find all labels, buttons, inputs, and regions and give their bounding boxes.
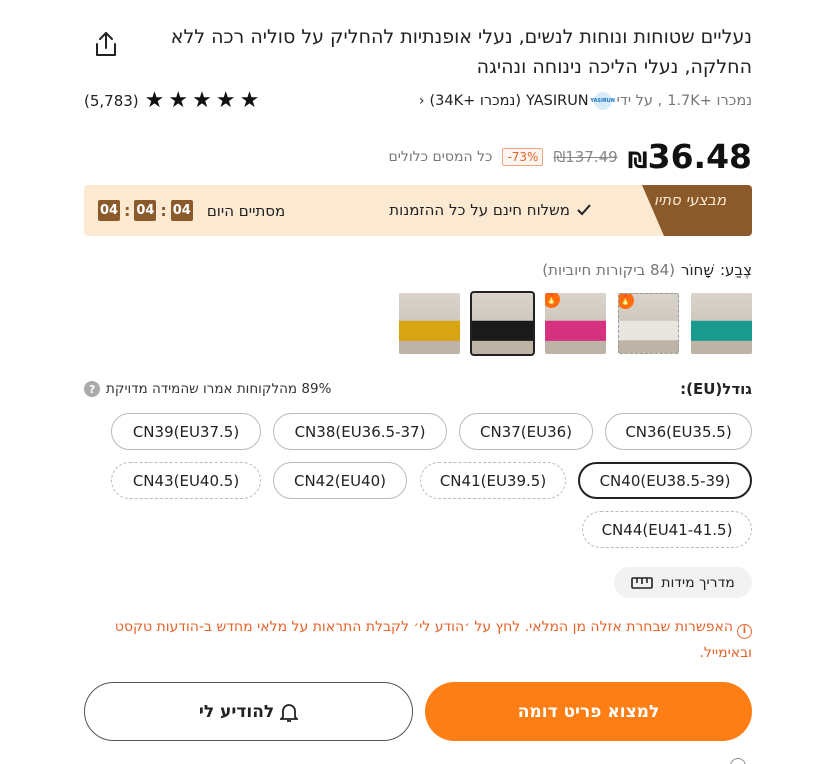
color-thumb-yellow[interactable] [399, 293, 460, 354]
size-guide-label: מדריך מידות [661, 574, 735, 591]
fire-icon: 🔥 [545, 293, 560, 308]
store-name[interactable]: YASIRUN [526, 93, 589, 109]
color-thumb-pink[interactable]: 🔥 [545, 293, 606, 354]
star-icon: ★ [239, 88, 260, 113]
free-shipping: משלוח חינם על כל ההזמנות [389, 201, 592, 219]
timer-seconds: 04 [98, 200, 120, 221]
shipping-text: משלוח חינם על כל ההזמנות [389, 201, 570, 219]
help-icon[interactable]: ? [84, 381, 100, 397]
price-value: 36.48 [647, 137, 752, 176]
chevron-left-icon[interactable]: ‹ [419, 93, 425, 109]
size-option[interactable]: CN39(EU37.5) [111, 413, 261, 450]
color-thumb-white[interactable]: 🔥 [618, 293, 679, 354]
rating[interactable]: (5,783) ★ ★ ★ ★ ★ [84, 90, 259, 112]
current-price: ₪36.48 [628, 137, 752, 176]
tax-note: כל המסים כלולים [388, 148, 493, 165]
sold-count: נמכרו +1.7K [667, 93, 752, 109]
size-option[interactable]: CN37(EU36) [459, 413, 593, 450]
fit-note-text: 89% מהלקוחות אמרו שהמידה מדויקת [106, 381, 332, 397]
out-of-stock-warning: iהאפשרות שבחרת אזלה מן המלאי. לחץ על ׳הו… [77, 614, 752, 666]
size-option[interactable]: CN40(EU38.5-39) [578, 462, 752, 499]
promo-badge: מבצעי סתיו [642, 185, 752, 236]
size-label: גודל(EU): [680, 380, 752, 398]
color-thumbnails: 🔥 🔥 [399, 291, 752, 356]
size-option[interactable]: CN36(EU35.5) [605, 413, 752, 450]
partial-icon [730, 758, 746, 764]
star-rating: ★ ★ ★ ★ ★ [145, 90, 260, 112]
star-icon: ★ [144, 88, 165, 113]
timer-minutes: 04 [134, 200, 157, 221]
rating-count[interactable]: (5,783) [84, 92, 139, 110]
promo-banner: מבצעי סתיו משלוח חינם על כל ההזמנות 04 :… [84, 185, 752, 236]
check-icon [577, 204, 591, 216]
size-option[interactable]: CN41(EU39.5) [420, 462, 566, 499]
notify-me-button[interactable]: להודיע לי [84, 682, 413, 741]
size-option[interactable]: CN43(EU40.5) [111, 462, 261, 499]
seller-info: נמכרו +1.7K , על ידי YASIRUN YASIRUN (נמ… [419, 92, 752, 110]
original-price: ₪137.49 [553, 147, 618, 166]
color-thumb-black[interactable] [470, 291, 535, 356]
color-label: צֶבַע: [719, 261, 752, 279]
size-option[interactable]: CN38(EU36.5-37) [273, 413, 447, 450]
store-logo: YASIRUN [590, 92, 615, 110]
countdown-timer: 04 : 04 : 04 מסתיים היום [98, 200, 286, 221]
product-title: נעליים שטוחות ונוחות לנשים, נעלי אופנתיו… [170, 26, 752, 78]
warning-text: האפשרות שבחרת אזלה מן המלאי. לחץ על ׳הוד… [114, 619, 752, 661]
discount-badge: -73% [502, 147, 544, 166]
size-option[interactable]: CN42(EU40) [273, 462, 407, 499]
fire-icon: 🔥 [619, 294, 634, 309]
ruler-icon [631, 576, 654, 589]
notify-label: להודיע לי [198, 701, 275, 722]
star-icon: ★ [192, 88, 212, 113]
price-row: ₪36.48 ₪137.49 -73% כל המסים כלולים [388, 137, 752, 176]
by-label: , על ידי [616, 93, 663, 109]
color-reviews: (84 ביקורות חיוביות) [542, 261, 675, 279]
bell-icon [280, 703, 299, 722]
info-icon: i [737, 623, 752, 639]
fit-note: 89% מהלקוחות אמרו שהמידה מדויקת ? [84, 381, 331, 397]
share-icon[interactable] [90, 28, 122, 60]
star-icon: ★ [168, 88, 189, 113]
size-guide-button[interactable]: מדריך מידות [614, 567, 752, 598]
timer-hours: 04 [170, 200, 193, 221]
color-selector-label: צֶבַע: שָׁחוֹר (84 ביקורות חיוביות) [542, 261, 752, 279]
store-sold-count[interactable]: (נמכרו +34K) [429, 93, 521, 109]
currency-symbol: ₪ [627, 149, 648, 174]
ends-today-label: מסתיים היום [206, 201, 286, 220]
find-similar-button[interactable]: למצוא פריט דומה [425, 682, 752, 741]
size-option[interactable]: CN44(EU41-41.5) [582, 511, 752, 548]
color-thumb-teal[interactable] [691, 293, 752, 354]
star-icon: ★ [215, 88, 236, 113]
color-value: שָׁחוֹר [681, 261, 714, 279]
